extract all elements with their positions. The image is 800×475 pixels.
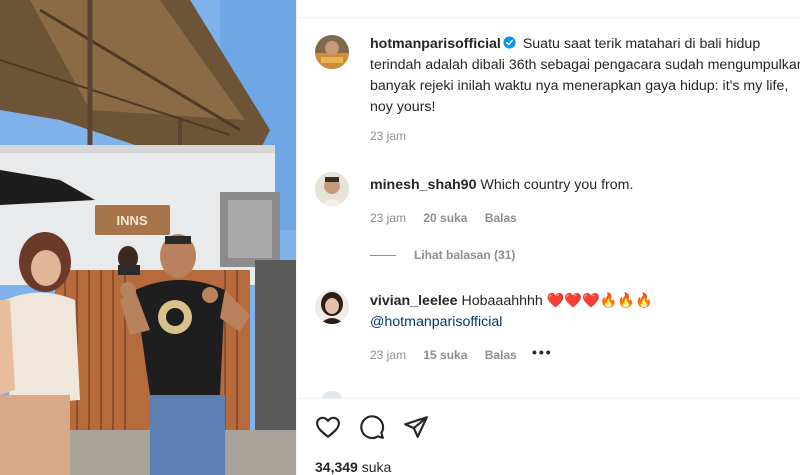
comment-avatar-image: [315, 172, 349, 206]
actions-divider: [297, 398, 800, 399]
post-media[interactable]: INNS: [0, 0, 296, 475]
comment-vivian: vivian_leelee Hobaaahhhh ❤️❤️❤️🔥🔥🔥 @hotm…: [370, 291, 800, 333]
reply-button[interactable]: Balas: [485, 211, 517, 225]
comments-panel: hotmanparisofficial Suatu saat terik mat…: [296, 0, 800, 475]
comment-username[interactable]: vivian_leelee: [370, 293, 458, 309]
comment-icon[interactable]: [359, 414, 385, 440]
comment-likes[interactable]: 15 suka: [423, 348, 467, 362]
comment-time[interactable]: 23 jam: [370, 348, 406, 362]
comment-avatar-vivian[interactable]: [315, 290, 349, 324]
author-username[interactable]: hotmanparisofficial: [370, 36, 501, 52]
comment-time[interactable]: 23 jam: [370, 211, 406, 225]
like-count-word: suka: [361, 459, 392, 475]
post-video-frame: INNS: [0, 0, 296, 475]
comment-text: Hobaaahhhh: [461, 293, 543, 309]
view-replies-label: Lihat balasan (31): [414, 248, 516, 262]
sign-text: INNS: [116, 213, 147, 228]
heart-icon[interactable]: [315, 414, 341, 440]
comment-likes[interactable]: 20 suka: [423, 211, 467, 225]
replies-line: [370, 254, 396, 256]
comment-minesh: minesh_shah90 Which country you from.: [370, 175, 800, 196]
like-count-number: 34,349: [315, 459, 358, 475]
caption-time[interactable]: 23 jam: [370, 129, 406, 143]
comment-meta: 23 jam 20 suka Balas: [370, 211, 531, 225]
comment-username[interactable]: minesh_shah90: [370, 177, 476, 193]
author-avatar-image: [315, 35, 349, 69]
like-count[interactable]: 34,349 suka: [315, 459, 391, 475]
more-options-icon[interactable]: •••: [532, 344, 553, 360]
comment-emojis: ❤️❤️❤️🔥🔥🔥: [546, 293, 653, 309]
verified-badge-icon: [503, 36, 516, 49]
author-avatar[interactable]: [315, 35, 349, 69]
comment-text: Which country you from.: [480, 177, 634, 193]
post-caption: hotmanparisofficial Suatu saat terik mat…: [370, 34, 800, 118]
caption-meta: 23 jam: [370, 129, 420, 143]
send-icon[interactable]: [403, 414, 429, 440]
post-actions: [315, 414, 429, 440]
comment-mention[interactable]: @hotmanparisofficial: [370, 314, 502, 330]
comment-avatar-minesh[interactable]: [315, 172, 349, 206]
header-divider: [297, 17, 800, 18]
comment-avatar-image: [315, 290, 349, 324]
view-replies-button[interactable]: Lihat balasan (31): [370, 248, 515, 262]
comment-meta: 23 jam 15 suka Balas: [370, 348, 531, 362]
reply-button[interactable]: Balas: [485, 348, 517, 362]
